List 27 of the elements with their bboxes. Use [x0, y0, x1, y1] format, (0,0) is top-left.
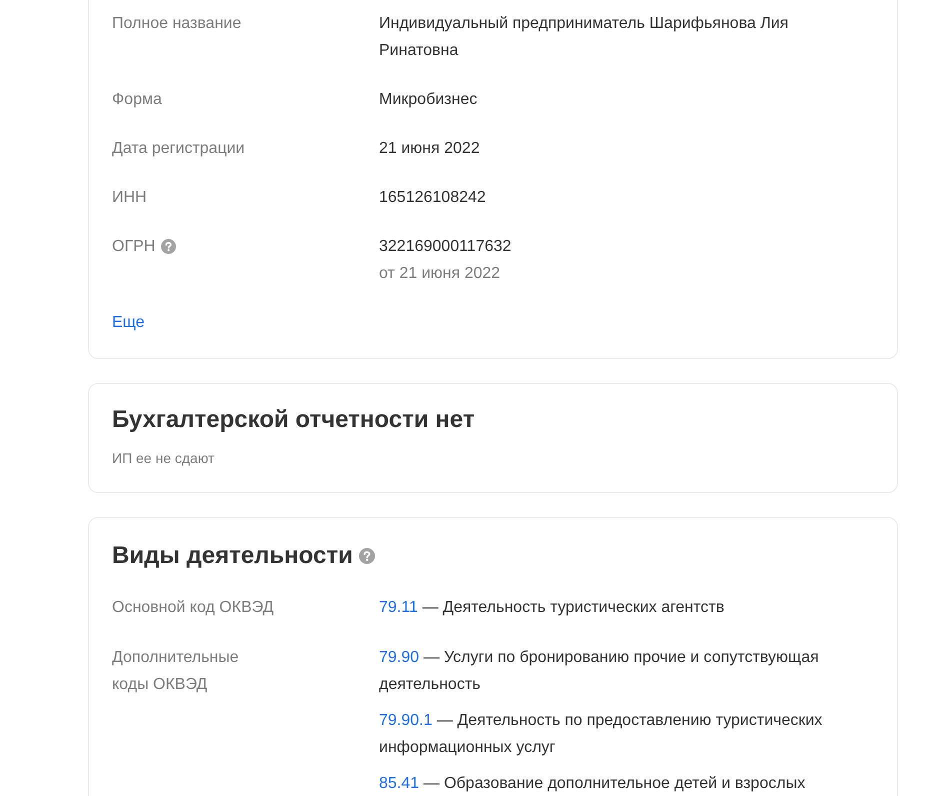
field-value: 21 июня 2022	[379, 139, 481, 159]
field-label: ИНН	[112, 188, 147, 208]
okved-entry: 85.41 — Образование дополнительное детей и взрослых	[379, 774, 806, 794]
field-label: Основной код ОКВЭД	[112, 598, 275, 618]
okved-entry: 79.90 — Услуги по бронированию прочие и сопутствующая деятельность	[379, 648, 820, 695]
field-label: Форма	[112, 90, 162, 110]
card-title: Виды деятельности	[112, 541, 353, 571]
field-note: от 21 июня 2022	[379, 264, 502, 284]
field-label: Дополнительные коды ОКВЭД	[112, 648, 240, 695]
field-value: 165126108242	[379, 188, 487, 208]
field-label: Дата регистрации	[112, 139, 245, 159]
okved-entry: 79.11 — Деятельность туристических агентств	[379, 598, 726, 618]
field-label: ОГРН	[112, 237, 156, 257]
help-icon[interactable]	[358, 548, 375, 564]
okved-code-link[interactable]: 85.41	[379, 775, 420, 792]
card-subtitle: ИП ее не сдают	[112, 449, 216, 468]
field-value: 322169000117632	[379, 237, 512, 257]
okved-code-link[interactable]: 79.90	[379, 649, 420, 666]
more-link[interactable]: Еще	[112, 309, 145, 336]
card-title: Бухгалтерской отчетности нет	[112, 405, 476, 435]
okved-code-link[interactable]: 79.11	[379, 599, 418, 616]
field-value: Микробизнес	[379, 90, 478, 110]
okved-code-link[interactable]: 79.90.1	[379, 712, 432, 729]
field-label: Полное название	[112, 14, 242, 34]
help-icon[interactable]	[161, 239, 176, 254]
okved-entry: 79.90.1 — Деятельность по предоставлению туристических информационных услуг	[379, 711, 824, 758]
field-value: Индивидуальный предприниматель Шарифьянова Лия Ринатовна	[379, 14, 790, 61]
